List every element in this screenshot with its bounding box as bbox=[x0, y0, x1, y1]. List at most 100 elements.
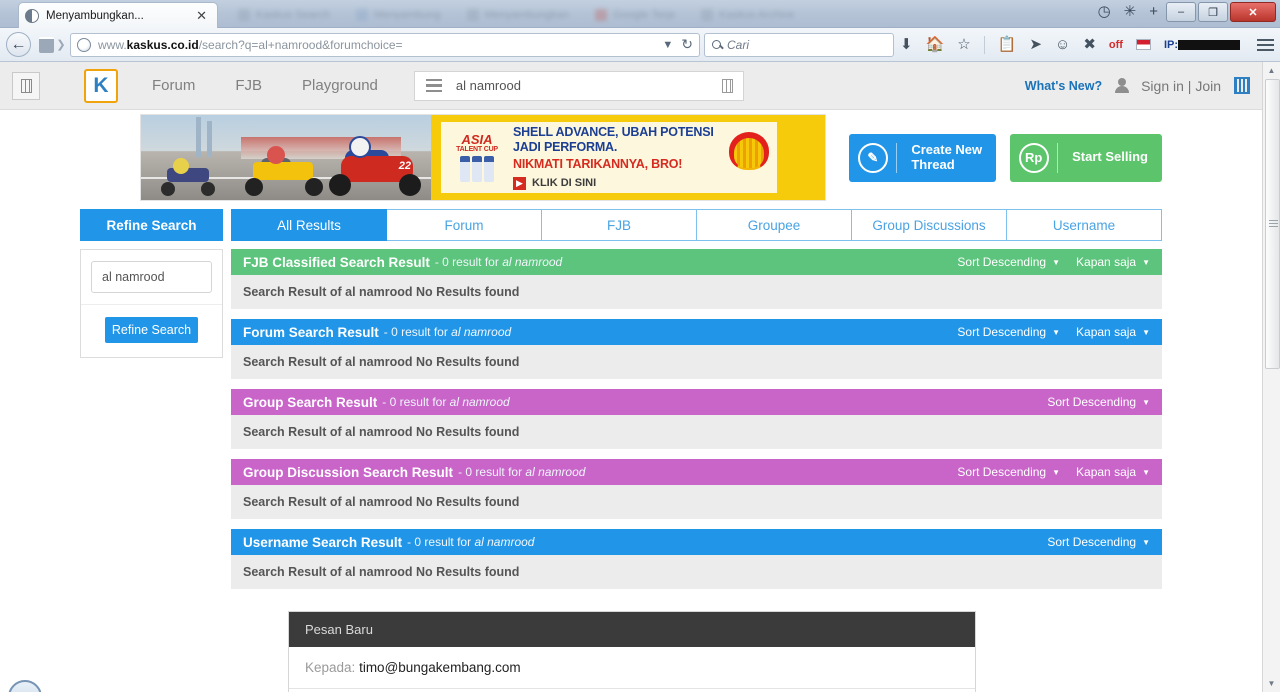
tab-fjb[interactable]: FJB bbox=[542, 209, 697, 241]
search-content: al namrood Refine Search FJB Classified … bbox=[0, 249, 1262, 599]
section-body-text: Search Result of al namrood No Results f… bbox=[231, 485, 1162, 519]
rupiah-icon: Rp bbox=[1010, 142, 1059, 173]
close-button[interactable]: ✕ bbox=[1230, 2, 1276, 22]
grid-icon[interactable] bbox=[12, 71, 40, 100]
browser-search-box[interactable]: Cari bbox=[704, 32, 894, 57]
scroll-down-arrow-icon[interactable]: ▼ bbox=[1263, 675, 1280, 692]
close-x-icon[interactable]: ✖ bbox=[1083, 37, 1096, 52]
hamburger-menu-icon[interactable] bbox=[1253, 38, 1274, 51]
chevron-down-icon[interactable]: ▼ bbox=[662, 39, 673, 51]
maximize-button[interactable]: ❐ bbox=[1198, 2, 1228, 22]
time-filter-dropdown[interactable]: Kapan saja ▼ bbox=[1076, 465, 1150, 479]
sort-label: Sort Descending bbox=[957, 255, 1047, 269]
time-filter-dropdown[interactable]: Kapan saja ▼ bbox=[1076, 255, 1150, 269]
tab-all-results[interactable]: All Results bbox=[231, 209, 387, 241]
tab-close-icon[interactable]: ✕ bbox=[192, 8, 211, 24]
scrollbar-track[interactable] bbox=[1264, 79, 1280, 675]
section-count-text: - 0 result for bbox=[382, 395, 450, 409]
mail-icon[interactable] bbox=[1234, 77, 1250, 94]
gear-icon[interactable]: ✳ bbox=[1124, 4, 1137, 19]
reload-icon[interactable]: ↻ bbox=[681, 36, 693, 53]
create-new-thread-label: Create New Thread bbox=[897, 141, 996, 172]
section-sort-controls: Sort Descending ▼ bbox=[1047, 395, 1150, 409]
ip-redaction bbox=[1178, 39, 1240, 50]
section-query: al namrood bbox=[525, 465, 586, 479]
site-search-box[interactable]: al namrood bbox=[413, 70, 744, 101]
advertisement-banner[interactable]: 22 ASIA TALENT CUP SHELL ADVANCE, UBAH P… bbox=[140, 114, 826, 201]
section-query: al namrood bbox=[502, 255, 563, 269]
ad-copy-panel: ASIA TALENT CUP SHELL ADVANCE, UBAH POTE… bbox=[431, 115, 825, 200]
nav-item-playground[interactable]: Playground bbox=[302, 77, 378, 94]
search-icon bbox=[712, 40, 721, 49]
kaskus-logo[interactable]: K bbox=[84, 68, 118, 103]
keyboard-icon[interactable] bbox=[713, 78, 743, 93]
nav-item-fjb[interactable]: FJB bbox=[235, 77, 262, 94]
tab-groupee[interactable]: Groupee bbox=[697, 209, 852, 241]
tab-group-discussions[interactable]: Group Discussions bbox=[852, 209, 1007, 241]
scrollbar-thumb[interactable] bbox=[1265, 79, 1280, 369]
site-search-input[interactable]: al namrood bbox=[453, 78, 713, 93]
ad-racing-rider: 22 bbox=[327, 136, 425, 196]
start-selling-button[interactable]: Rp Start Selling bbox=[1010, 133, 1162, 182]
chat-icon[interactable]: ☺ bbox=[1055, 37, 1070, 52]
section-title: Username Search Result bbox=[243, 534, 403, 550]
home-icon[interactable]: 🏠 bbox=[926, 37, 945, 52]
result-section-header: Group Discussion Search Result - 0 resul… bbox=[231, 459, 1162, 485]
sort-descending-dropdown[interactable]: Sort Descending ▼ bbox=[957, 255, 1060, 269]
create-thread-line-1: Create New bbox=[911, 141, 983, 157]
new-message-panel: Pesan Baru Kepada: timo@bungakembang.com bbox=[288, 611, 976, 692]
ip-label: IP: bbox=[1164, 39, 1240, 51]
ghost-favicon-icon bbox=[595, 9, 608, 21]
refine-query-input[interactable]: al namrood bbox=[91, 261, 212, 293]
new-message-recipient-row[interactable]: Kepada: timo@bungakembang.com bbox=[289, 647, 975, 689]
section-sort-controls: Sort Descending ▼ Kapan saja ▼ bbox=[957, 465, 1150, 479]
nav-item-forum[interactable]: Forum bbox=[152, 77, 195, 94]
result-section-group: Group Search Result - 0 result for al na… bbox=[231, 389, 1162, 449]
plus-icon[interactable]: + bbox=[1149, 4, 1158, 19]
whats-new-link[interactable]: What's New? bbox=[1025, 79, 1102, 93]
section-sort-controls: Sort Descending ▼ Kapan saja ▼ bbox=[957, 325, 1150, 339]
star-icon[interactable]: ☆ bbox=[957, 37, 970, 52]
result-section-header: FJB Classified Search Result - 0 result … bbox=[231, 249, 1162, 275]
clipboard-icon[interactable]: 📋 bbox=[998, 37, 1017, 52]
site-identity-icon[interactable] bbox=[39, 36, 54, 53]
kaskus-page: K Forum FJB Playground al namrood What's… bbox=[0, 62, 1262, 692]
recipient-value: timo@bungakembang.com bbox=[359, 660, 521, 675]
scroll-up-arrow-icon[interactable]: ▲ bbox=[1263, 62, 1280, 79]
sign-in-join-link[interactable]: Sign in | Join bbox=[1141, 78, 1221, 94]
refine-search-tab[interactable]: Refine Search bbox=[80, 209, 223, 241]
minimize-button[interactable]: – bbox=[1166, 2, 1196, 22]
create-new-thread-button[interactable]: ✎ Create New Thread bbox=[849, 133, 997, 182]
page-vertical-scrollbar[interactable]: ▲ ▼ bbox=[1262, 62, 1280, 692]
tab-username[interactable]: Username bbox=[1007, 209, 1162, 241]
send-icon[interactable]: ➤ bbox=[1029, 37, 1042, 52]
avatar-icon bbox=[1115, 78, 1130, 93]
address-bar[interactable]: www.kaskus.co.id/search?q=al+namrood&for… bbox=[70, 32, 700, 57]
sort-descending-dropdown[interactable]: Sort Descending ▼ bbox=[957, 325, 1060, 339]
back-button[interactable]: ← bbox=[6, 32, 31, 57]
sort-descending-dropdown[interactable]: Sort Descending ▼ bbox=[1047, 395, 1150, 409]
address-bar-controls: ▼ ↻ bbox=[656, 36, 693, 53]
browser-tab-active[interactable]: Menyambungkan... ✕ bbox=[18, 2, 218, 28]
refine-search-button[interactable]: Refine Search bbox=[105, 317, 198, 343]
asia-talent-cup-logo: ASIA TALENT CUP bbox=[449, 133, 505, 182]
time-filter-dropdown[interactable]: Kapan saja ▼ bbox=[1076, 325, 1150, 339]
section-body-text: Search Result of al namrood No Results f… bbox=[231, 555, 1162, 589]
ghost-tab-label: Menyambung bbox=[373, 9, 441, 21]
ad-scooter-rider bbox=[157, 158, 219, 196]
sort-descending-dropdown[interactable]: Sort Descending ▼ bbox=[1047, 535, 1150, 549]
download-icon[interactable]: ⬇ bbox=[900, 37, 913, 52]
sort-label: Sort Descending bbox=[957, 325, 1047, 339]
proxy-status-label[interactable]: off bbox=[1109, 39, 1123, 51]
search-category-hamburger-icon[interactable] bbox=[415, 78, 453, 93]
time-label: Kapan saja bbox=[1076, 255, 1137, 269]
refine-search-box: al namrood Refine Search bbox=[80, 249, 223, 358]
tab-forum[interactable]: Forum bbox=[387, 209, 542, 241]
sort-descending-dropdown[interactable]: Sort Descending ▼ bbox=[957, 465, 1060, 479]
history-icon[interactable]: ◷ bbox=[1098, 4, 1111, 19]
ad-cta[interactable]: ▶ KLIK DI SINI bbox=[513, 176, 777, 190]
url-prefix: www. bbox=[98, 37, 127, 52]
section-count-text: - 0 result for bbox=[407, 535, 475, 549]
chevron-down-icon: ▼ bbox=[1052, 327, 1061, 337]
browser-nav-bar: ← ❯ www.kaskus.co.id/search?q=al+namrood… bbox=[0, 28, 1280, 62]
